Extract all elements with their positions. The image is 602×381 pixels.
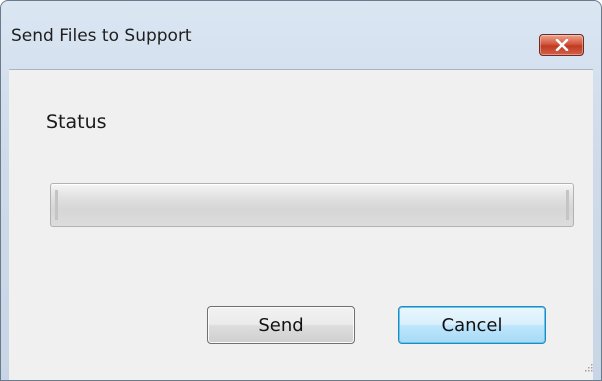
progress-edge-right [566, 190, 569, 220]
progress-edge-left [55, 190, 58, 220]
window-title: Send Files to Support [11, 26, 192, 46]
send-button[interactable]: Send [207, 306, 355, 344]
status-label: Status [46, 111, 107, 133]
resize-grip-icon[interactable] [583, 362, 593, 372]
cancel-button[interactable]: Cancel [398, 306, 546, 344]
progress-bar [50, 183, 574, 227]
dialog-window: Send Files to Support Status Send Cancel [0, 0, 602, 381]
title-bar[interactable]: Send Files to Support [1, 1, 601, 56]
close-icon [555, 39, 568, 51]
close-button[interactable] [539, 34, 584, 56]
